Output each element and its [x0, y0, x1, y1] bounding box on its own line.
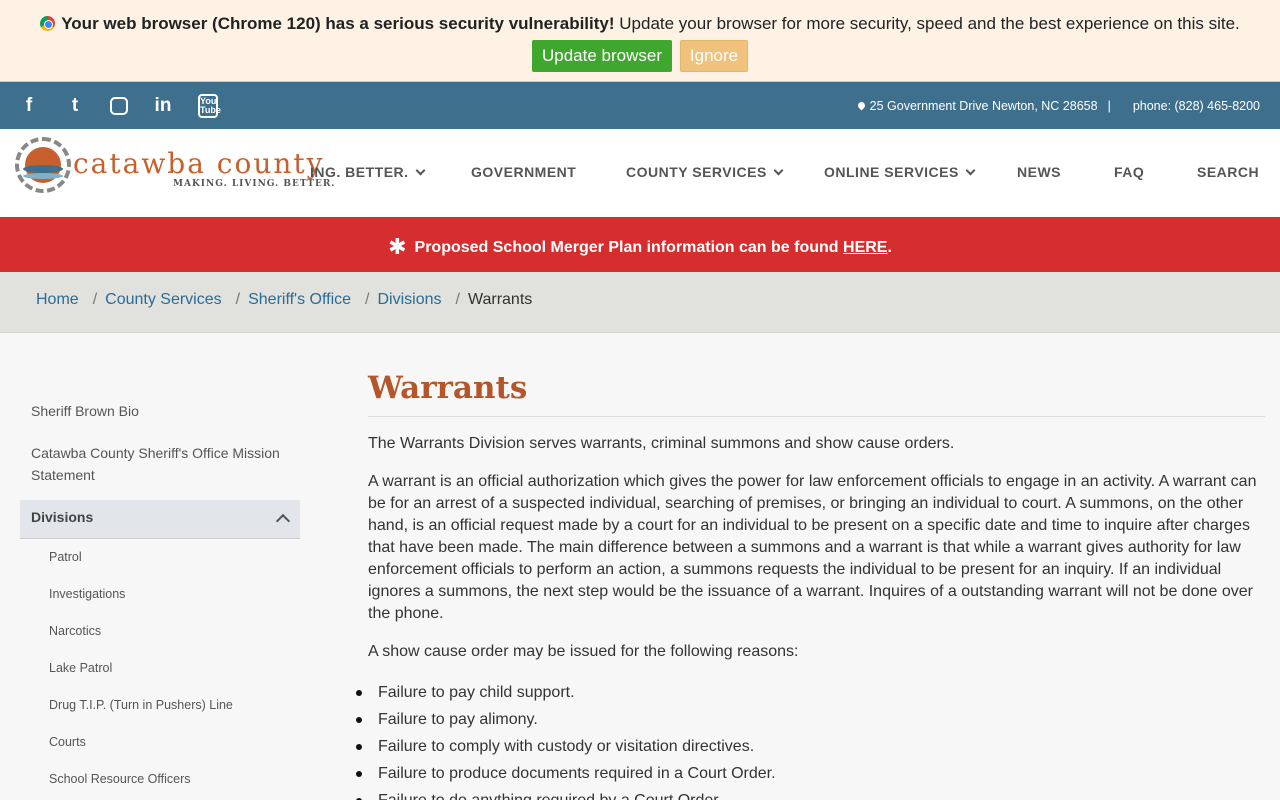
- sidebar-subitem-patrol[interactable]: Patrol: [20, 539, 300, 576]
- breadcrumb-divisions[interactable]: Divisions: [378, 291, 442, 308]
- map-pin-icon: [856, 100, 867, 111]
- chevron-down-icon: [965, 165, 976, 176]
- sidebar-subitem-school-resource-officers[interactable]: School Resource Officers: [20, 761, 300, 798]
- update-browser-button[interactable]: Update browser: [532, 40, 672, 72]
- nav-item-county-services[interactable]: COUNTY SERVICES: [626, 164, 784, 180]
- sidebar-subitem-investigations[interactable]: Investigations: [20, 576, 300, 613]
- list-item: Failure to pay child support.: [356, 679, 1265, 706]
- youtube-icon[interactable]: You Tube: [198, 93, 221, 118]
- sidebar-item-divisions[interactable]: Divisions: [20, 500, 300, 539]
- alert-link[interactable]: HERE: [843, 239, 887, 256]
- logo-tagline: MAKING. LIVING. BETTER.: [173, 179, 336, 189]
- nav-item-government[interactable]: GOVERNMENT: [471, 164, 576, 180]
- main-content: Warrants The Warrants Division serves wa…: [356, 370, 1265, 800]
- chevron-down-icon: [415, 165, 426, 176]
- linkedin-icon[interactable]: in: [152, 95, 174, 117]
- breadcrumb: Home / County Services / Sheriff's Office / Di…: [0, 272, 1280, 333]
- page-title: Warrants: [368, 370, 1265, 417]
- nav-item-search[interactable]: SEARCH: [1197, 164, 1259, 180]
- sidebar-item-mission-statement[interactable]: Catawba County Sheriff's Office Mission …: [20, 432, 300, 496]
- breadcrumb-sheriffs-office[interactable]: Sheriff's Office: [248, 291, 351, 308]
- update-text: Update your browser for more security, s…: [619, 14, 1240, 33]
- list-item: Failure to pay alimony.: [356, 706, 1265, 733]
- sidebar-subitem-narcotics[interactable]: Narcotics: [20, 613, 300, 650]
- top-utility-bar: f t in You Tube 25 Government Drive Newt…: [0, 82, 1280, 129]
- nav-item-online-services[interactable]: ONLINE SERVICES: [824, 164, 976, 180]
- nav-item-news[interactable]: NEWS: [1017, 164, 1061, 180]
- county-logo[interactable]: catawba county MAKING. LIVING. BETTER.: [15, 137, 334, 195]
- facebook-icon[interactable]: f: [18, 95, 40, 117]
- asterisk-icon: ✱: [388, 234, 407, 259]
- breadcrumb-current: Warrants: [467, 291, 533, 308]
- sidebar-nav: Sheriff Brown Bio Catawba County Sheriff…: [20, 390, 300, 798]
- address[interactable]: 25 Government Drive Newton, NC 28658: [870, 99, 1098, 113]
- intro-paragraph: The Warrants Division serves warrants, c…: [368, 435, 955, 452]
- chevron-down-icon: [773, 165, 784, 176]
- sidebar-item-sheriff-bio[interactable]: Sheriff Brown Bio: [20, 390, 300, 432]
- list-item: Failure to do anything required by a Cou…: [356, 787, 1265, 800]
- phone[interactable]: phone: (828) 465-8200: [1133, 99, 1260, 113]
- reasons-list: Failure to pay child support. Failure to…: [356, 679, 1265, 800]
- sidebar-subitem-drug-tip[interactable]: Drug T.I.P. (Turn in Pushers) Line: [20, 687, 300, 724]
- show-cause-intro: A show cause order may be issued for the…: [368, 643, 799, 660]
- list-item: Failure to produce documents required in…: [356, 760, 1265, 787]
- site-header: catawba county MAKING. LIVING. BETTER. I…: [0, 129, 1280, 217]
- warrant-explanation-paragraph: A warrant is an official authorization w…: [368, 473, 1257, 622]
- sidebar-subitem-lake-patrol[interactable]: Lake Patrol: [20, 650, 300, 687]
- ignore-button[interactable]: Ignore: [680, 40, 748, 72]
- nav-item-faq[interactable]: FAQ: [1114, 164, 1144, 180]
- update-warning: Your web browser (Chrome 120) has a seri…: [61, 14, 615, 33]
- chrome-icon: [40, 16, 56, 31]
- twitter-icon[interactable]: t: [64, 95, 86, 117]
- sidebar-subitem-courts[interactable]: Courts: [20, 724, 300, 761]
- nav-item-living-better[interactable]: ING. BETTER.: [310, 164, 426, 180]
- instagram-icon[interactable]: [110, 96, 128, 115]
- social-links: f t in You Tube: [18, 82, 242, 129]
- list-item: Failure to comply with custody or visita…: [356, 733, 1265, 760]
- logo-title: catawba county: [73, 147, 325, 180]
- chevron-up-icon: [275, 513, 291, 529]
- breadcrumb-county-services[interactable]: County Services: [105, 291, 222, 308]
- update-message: Your web browser (Chrome 120) has a seri…: [0, 14, 1280, 34]
- logo-emblem-icon: [15, 137, 71, 193]
- breadcrumb-home[interactable]: Home: [36, 291, 79, 308]
- contact-separator: |: [1107, 98, 1111, 113]
- alert-bar: ✱ Proposed School Merger Plan information…: [0, 217, 1280, 272]
- browser-update-banner: Your web browser (Chrome 120) has a seri…: [0, 0, 1280, 82]
- contact-info: 25 Government Drive Newton, NC 28658 | p…: [856, 82, 1260, 129]
- alert-text: Proposed School Merger Plan information …: [414, 239, 839, 256]
